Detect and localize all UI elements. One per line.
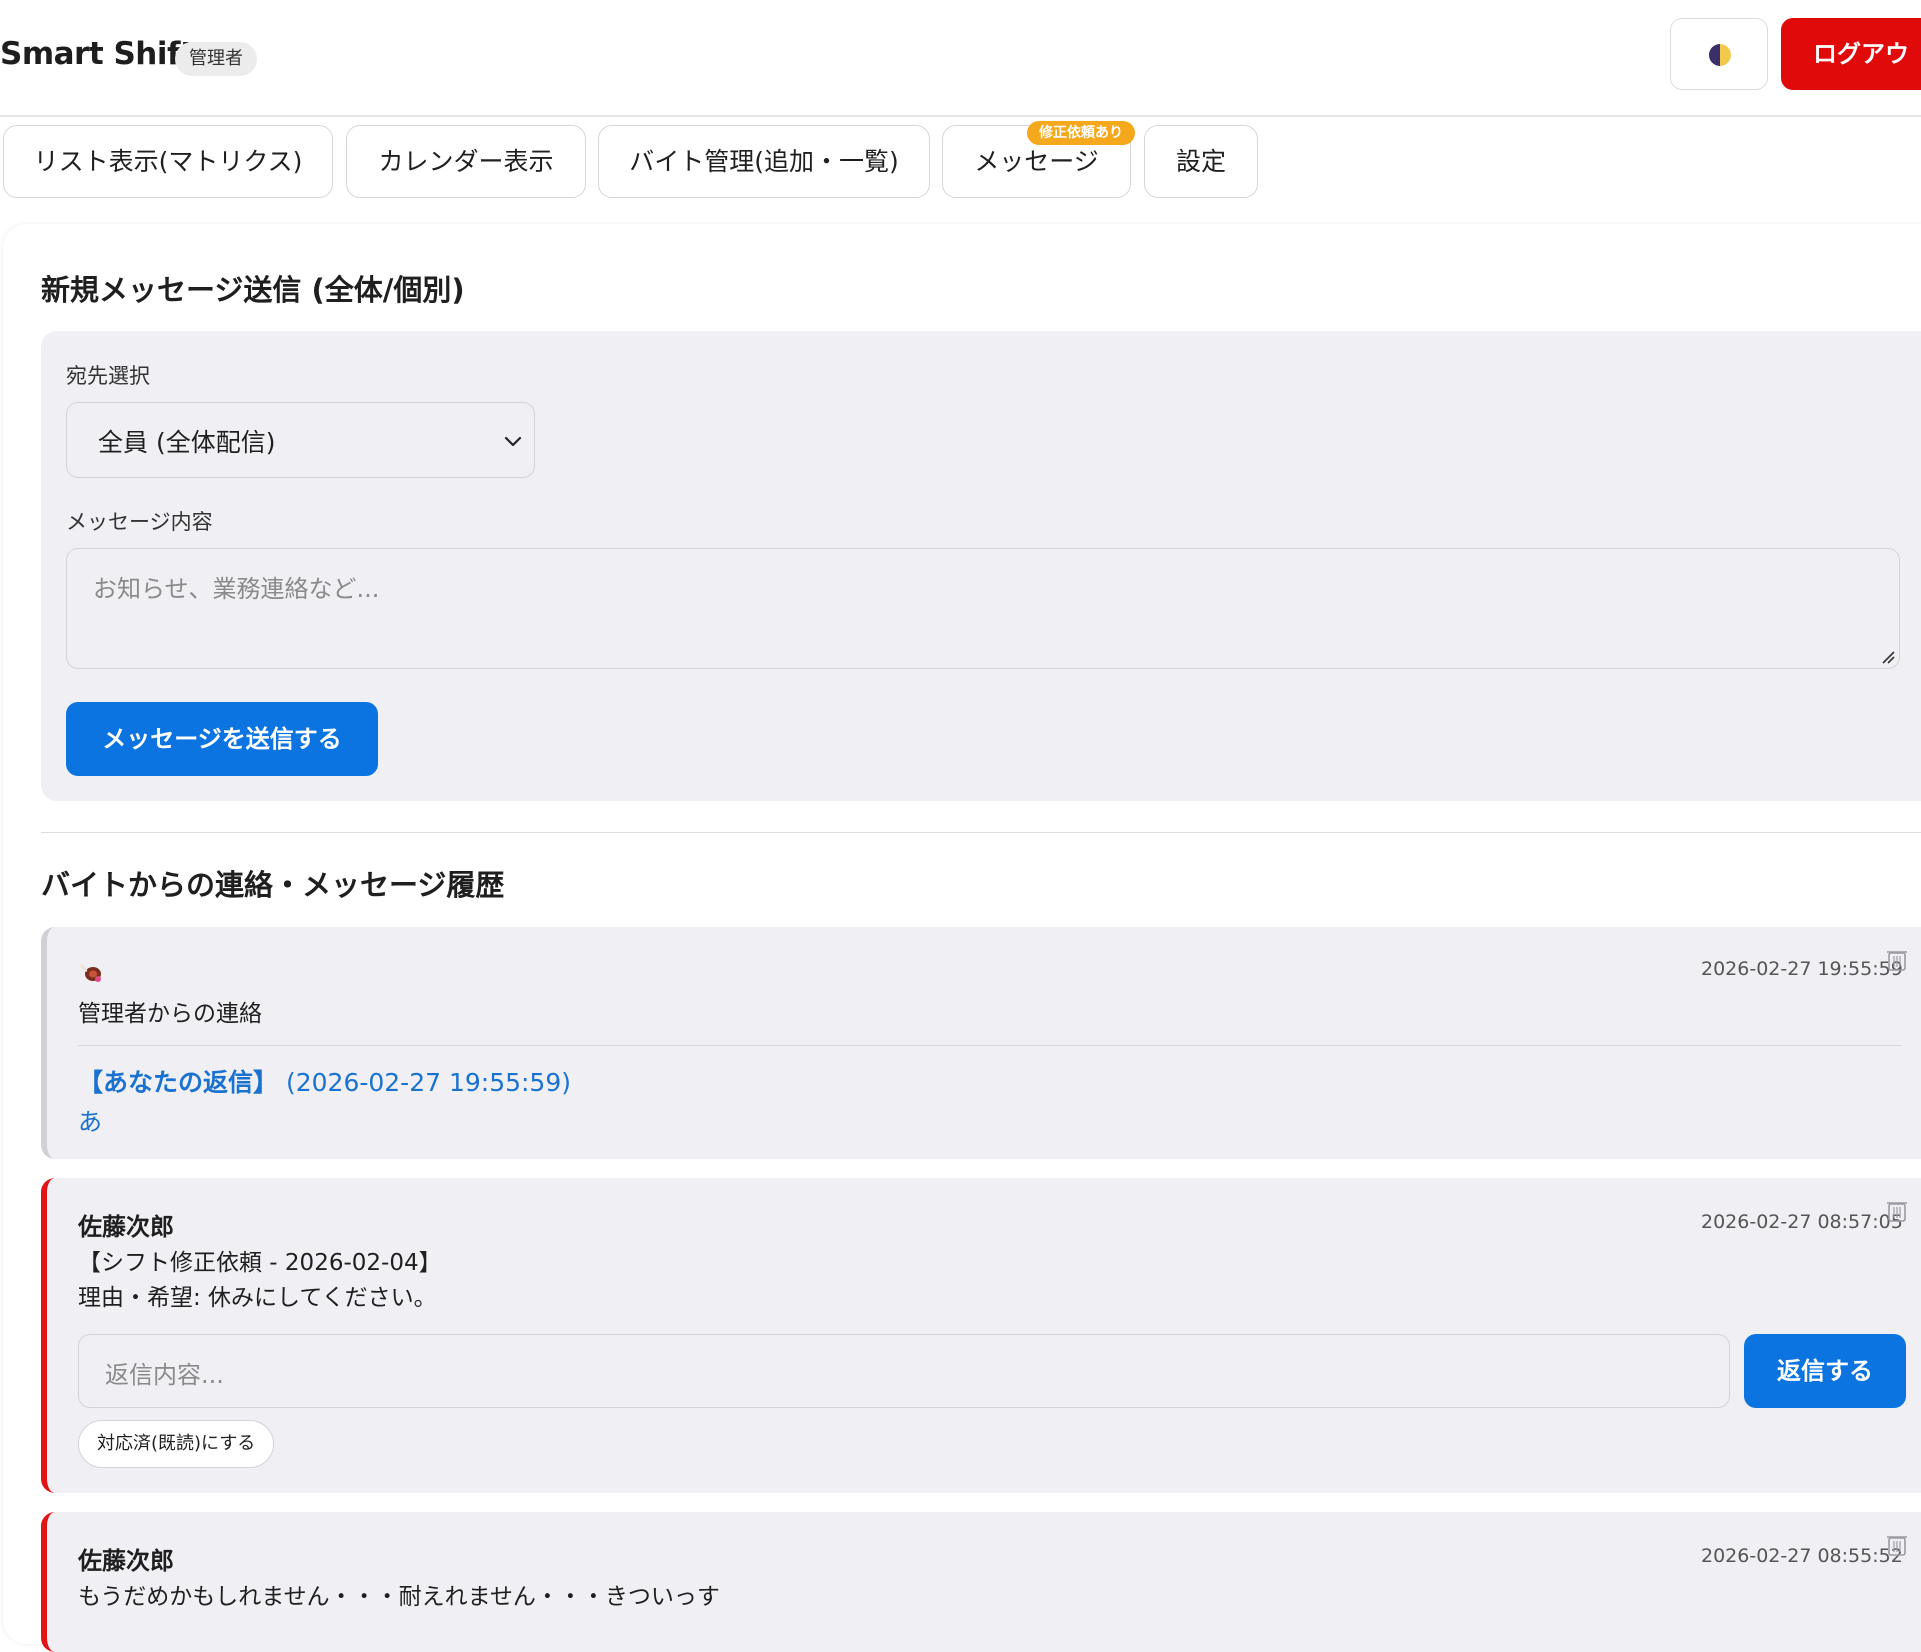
- recipient-select-value: 全員 (全体配信): [98, 428, 276, 457]
- tab-list-matrix[interactable]: リスト表示(マトリクス): [3, 125, 333, 198]
- message-timestamp: 2026-02-27 08:57:05: [1701, 1211, 1903, 1233]
- send-message-button[interactable]: メッセージを送信する: [66, 702, 378, 776]
- mark-done-button[interactable]: 対応済(既読)にする: [78, 1420, 275, 1468]
- tab-staff-manage[interactable]: バイト管理(追加・一覧): [598, 125, 930, 198]
- message-body-line1: 【シフト修正依頼 - 2026-02-04】: [78, 1250, 442, 1276]
- app-header: Smart Shift 管理者 ログアウ: [0, 0, 1921, 117]
- trash-icon[interactable]: [1884, 1198, 1910, 1224]
- recipient-label: 宛先選択: [66, 364, 150, 388]
- recipient-select[interactable]: 全員 (全体配信): [66, 402, 535, 478]
- theme-toggle-icon: [1709, 44, 1731, 66]
- meat-icon: [80, 964, 101, 982]
- revision-request-badge: 修正依頼あり: [1027, 121, 1135, 145]
- brand-title: Smart Shift: [0, 36, 195, 72]
- message-sender: 佐藤次郎: [78, 1213, 174, 1241]
- message-content-textarea[interactable]: お知らせ、業務連絡など...: [66, 548, 1900, 669]
- reply-input[interactable]: 返信内容...: [78, 1334, 1730, 1408]
- section-divider: [41, 832, 1921, 833]
- resize-handle-icon[interactable]: [1879, 648, 1895, 664]
- tab-calendar[interactable]: カレンダー表示: [346, 125, 586, 198]
- content-label: メッセージ内容: [66, 510, 213, 534]
- message-content-placeholder: お知らせ、業務連絡など...: [93, 575, 380, 603]
- message-card: 2026-02-27 19:55:59 管理者からの連絡 【あなたの返信】 (2…: [41, 927, 1921, 1159]
- compose-title: 新規メッセージ送信 (全体/個別): [41, 273, 465, 307]
- reply-header-time: (2026-02-27 19:55:59): [285, 1068, 571, 1097]
- message-timestamp: 2026-02-27 19:55:59: [1701, 958, 1903, 980]
- message-timestamp: 2026-02-27 08:55:52: [1701, 1545, 1903, 1567]
- theme-toggle-button[interactable]: [1670, 18, 1768, 90]
- message-sender: 佐藤次郎: [78, 1547, 174, 1575]
- chevron-down-icon: [504, 436, 522, 447]
- logout-button[interactable]: ログアウ: [1781, 18, 1921, 90]
- reply-button[interactable]: 返信する: [1744, 1334, 1906, 1408]
- message-card: 佐藤次郎 2026-02-27 08:57:05 【シフト修正依頼 - 2026…: [41, 1178, 1921, 1493]
- reply-text: あ: [78, 1108, 102, 1136]
- trash-icon[interactable]: [1884, 1532, 1910, 1558]
- trash-icon[interactable]: [1884, 947, 1910, 973]
- reply-header: 【あなたの返信】 (2026-02-27 19:55:59): [78, 1063, 571, 1099]
- message-body: 管理者からの連絡: [78, 1001, 262, 1027]
- role-badge: 管理者: [175, 42, 257, 76]
- reply-input-placeholder: 返信内容...: [105, 1361, 224, 1389]
- history-title: バイトからの連絡・メッセージ履歴: [41, 868, 505, 902]
- reply-header-label: 【あなたの返信】: [78, 1068, 279, 1097]
- reply-divider: [78, 1045, 1902, 1046]
- message-body-line2: 理由・希望: 休みにしてください。: [78, 1285, 437, 1311]
- message-card: 佐藤次郎 2026-02-27 08:55:52 もうだめかもしれません・・・耐…: [41, 1512, 1921, 1652]
- tab-settings[interactable]: 設定: [1144, 125, 1258, 198]
- message-body: もうだめかもしれません・・・耐えれません・・・きついっす: [78, 1584, 720, 1610]
